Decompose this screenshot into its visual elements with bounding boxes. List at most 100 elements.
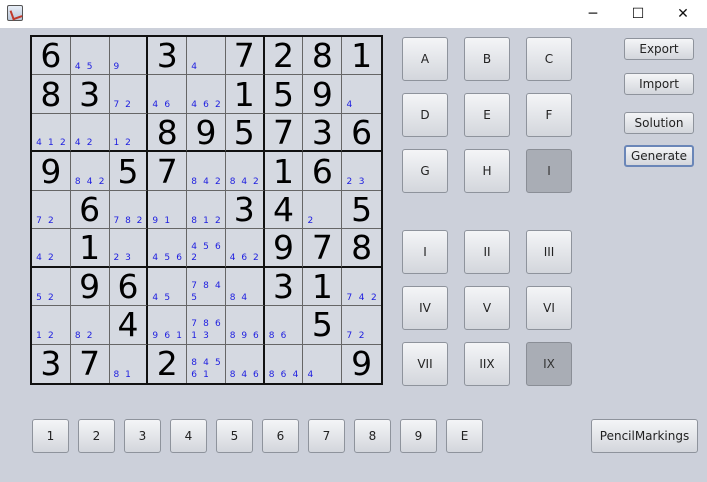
sudoku-cell[interactable]: 8: [303, 37, 343, 76]
sudoku-cell[interactable]: 1: [342, 37, 381, 76]
sudoku-cell[interactable]: 4: [264, 190, 304, 230]
sudoku-cell[interactable]: 846: [226, 344, 265, 383]
sudoku-cell[interactable]: 412: [32, 113, 71, 153]
sudoku-cell[interactable]: 23: [342, 152, 381, 191]
sudoku-cell[interactable]: 5: [109, 152, 149, 191]
block-button[interactable]: A: [402, 37, 448, 81]
sudoku-cell[interactable]: 7: [303, 229, 343, 268]
sudoku-cell[interactable]: 7: [148, 152, 188, 191]
block-button[interactable]: H: [464, 149, 510, 193]
region-button[interactable]: II: [464, 230, 510, 274]
sudoku-cell[interactable]: 456: [148, 229, 188, 268]
sudoku-cell[interactable]: 6: [109, 267, 149, 307]
sudoku-cell[interactable]: 3: [32, 344, 71, 383]
sudoku-cell[interactable]: 3: [264, 267, 304, 307]
sudoku-cell[interactable]: 3: [303, 113, 343, 153]
sudoku-cell[interactable]: 3: [148, 37, 188, 76]
sudoku-cell[interactable]: 9: [70, 267, 110, 307]
region-button[interactable]: III: [526, 230, 572, 274]
region-button[interactable]: VII: [402, 342, 448, 386]
region-button[interactable]: IX: [526, 342, 572, 386]
sudoku-cell[interactable]: 9: [187, 113, 226, 153]
generate-button[interactable]: Generate: [624, 145, 694, 167]
sudoku-cell[interactable]: 46: [148, 75, 188, 114]
sudoku-cell[interactable]: 5: [264, 75, 304, 114]
block-button[interactable]: I: [526, 149, 572, 193]
block-button[interactable]: B: [464, 37, 510, 81]
sudoku-cell[interactable]: 2: [303, 190, 343, 230]
number-button[interactable]: 5: [216, 419, 253, 453]
sudoku-cell[interactable]: 456 2: [187, 229, 226, 268]
sudoku-cell[interactable]: 6: [70, 190, 110, 230]
sudoku-cell[interactable]: 462: [225, 229, 265, 268]
sudoku-cell[interactable]: 12: [109, 113, 149, 153]
export-button[interactable]: Export: [624, 38, 694, 60]
sudoku-cell[interactable]: 784 5: [187, 267, 226, 307]
sudoku-cell[interactable]: 845 61: [187, 344, 226, 383]
sudoku-cell[interactable]: 1: [303, 267, 343, 307]
block-button[interactable]: E: [464, 93, 510, 137]
region-button[interactable]: I: [402, 230, 448, 274]
number-button[interactable]: 3: [124, 419, 161, 453]
sudoku-cell[interactable]: 782: [109, 190, 149, 230]
sudoku-cell[interactable]: 52: [32, 267, 71, 307]
sudoku-cell[interactable]: 1: [70, 229, 110, 268]
sudoku-cell[interactable]: 1: [225, 75, 265, 114]
sudoku-cell[interactable]: 81: [110, 344, 149, 383]
region-button[interactable]: V: [464, 286, 510, 330]
block-button[interactable]: G: [402, 149, 448, 193]
maximize-button[interactable]: ☐: [615, 0, 661, 28]
sudoku-cell[interactable]: 6: [32, 37, 71, 76]
number-button[interactable]: 8: [354, 419, 391, 453]
sudoku-cell[interactable]: 82: [70, 306, 110, 345]
block-button[interactable]: F: [526, 93, 572, 137]
sudoku-cell[interactable]: 12: [32, 306, 71, 345]
sudoku-cell[interactable]: 23: [109, 229, 149, 268]
sudoku-cell[interactable]: 6: [342, 114, 381, 153]
sudoku-cell[interactable]: 9: [109, 37, 149, 76]
block-button[interactable]: C: [526, 37, 572, 81]
sudoku-cell[interactable]: 5: [303, 306, 343, 345]
sudoku-cell[interactable]: 812: [187, 190, 226, 230]
sudoku-cell[interactable]: 72: [342, 306, 381, 345]
sudoku-cell[interactable]: 961: [148, 306, 188, 345]
sudoku-cell[interactable]: 86: [264, 306, 304, 345]
block-button[interactable]: D: [402, 93, 448, 137]
close-button[interactable]: ✕: [660, 0, 706, 28]
region-button[interactable]: VI: [526, 286, 572, 330]
sudoku-cell[interactable]: 9: [303, 75, 343, 114]
sudoku-cell[interactable]: 9: [264, 229, 304, 268]
sudoku-cell[interactable]: 9: [342, 345, 381, 383]
sudoku-cell[interactable]: 8: [32, 75, 71, 114]
sudoku-cell[interactable]: 864: [265, 344, 304, 383]
sudoku-cell[interactable]: 42: [70, 113, 110, 153]
sudoku-cell[interactable]: 3: [70, 75, 110, 114]
sudoku-cell[interactable]: 8: [342, 229, 381, 268]
sudoku-cell[interactable]: 3: [225, 190, 265, 230]
erase-button[interactable]: E: [446, 419, 483, 453]
sudoku-cell[interactable]: 462: [187, 75, 226, 114]
region-button[interactable]: IIX: [464, 342, 510, 386]
sudoku-cell[interactable]: 896: [225, 306, 265, 345]
region-button[interactable]: IV: [402, 286, 448, 330]
sudoku-cell[interactable]: 72: [109, 75, 149, 114]
sudoku-cell[interactable]: 6: [303, 152, 343, 191]
number-button[interactable]: 7: [308, 419, 345, 453]
number-button[interactable]: 9: [400, 419, 437, 453]
sudoku-cell[interactable]: 7: [225, 37, 265, 76]
sudoku-cell[interactable]: 8: [148, 113, 188, 153]
sudoku-cell[interactable]: 72: [32, 190, 71, 230]
sudoku-cell[interactable]: 842: [187, 152, 226, 191]
number-button[interactable]: 6: [262, 419, 299, 453]
sudoku-cell[interactable]: 5: [342, 191, 381, 230]
pencil-markings-button[interactable]: PencilMarkings: [591, 419, 698, 453]
number-button[interactable]: 2: [78, 419, 115, 453]
sudoku-cell[interactable]: 5: [225, 113, 265, 153]
number-button[interactable]: 1: [32, 419, 69, 453]
sudoku-cell[interactable]: 7: [264, 113, 304, 153]
import-button[interactable]: Import: [624, 73, 694, 95]
minimize-button[interactable]: ─: [570, 0, 616, 28]
sudoku-cell[interactable]: 4: [109, 306, 149, 345]
sudoku-cell[interactable]: 1: [264, 152, 304, 191]
sudoku-cell[interactable]: 2: [148, 344, 188, 383]
